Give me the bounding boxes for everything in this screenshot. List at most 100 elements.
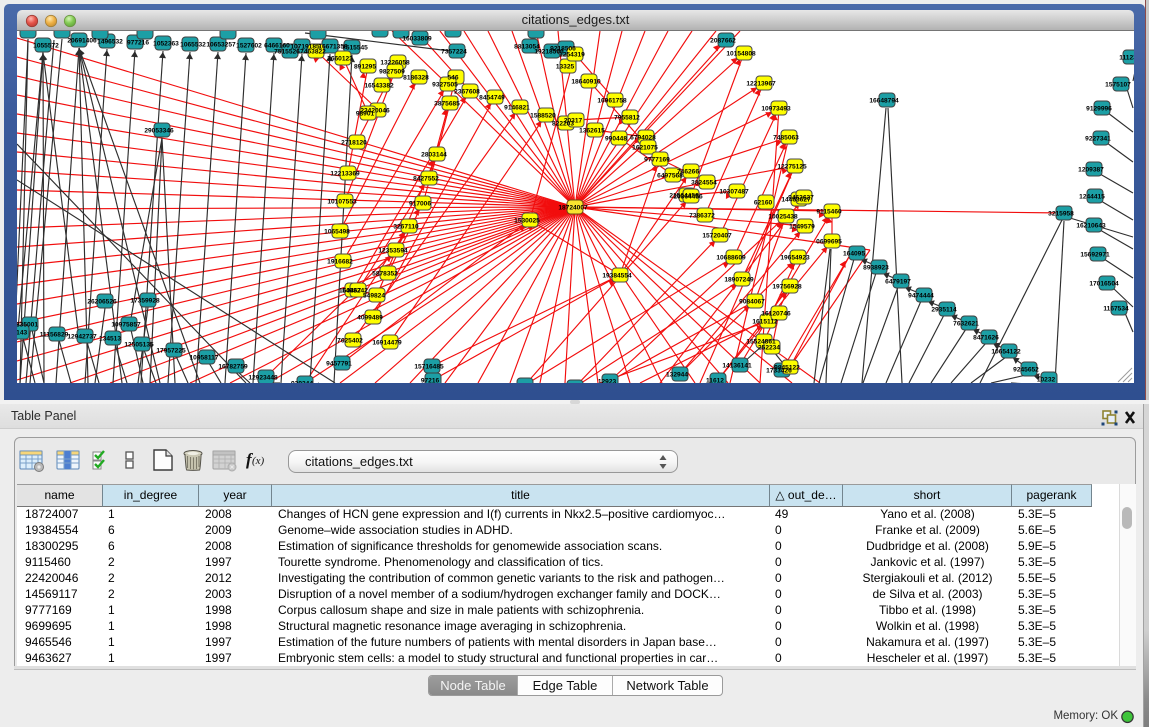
svg-text:17359928: 17359928	[130, 298, 160, 305]
svg-text:2087662: 2087662	[710, 38, 736, 45]
svg-text:8938923: 8938923	[863, 265, 889, 272]
svg-text:16782759: 16782759	[218, 364, 248, 371]
svg-text:7955812: 7955812	[614, 115, 640, 122]
svg-text:(x): (x)	[252, 455, 265, 467]
svg-text:16120746: 16120746	[761, 311, 791, 318]
svg-text:9845122: 9845122	[774, 365, 800, 372]
svg-text:546: 546	[447, 75, 458, 82]
svg-text:13325: 13325	[556, 64, 575, 71]
svg-text:1065532: 1065532	[180, 42, 206, 49]
svg-text:9115460: 9115460	[816, 209, 842, 216]
svg-text:1244415: 1244415	[1079, 194, 1105, 201]
svg-text:18640910: 18640910	[571, 79, 601, 86]
svg-text:11612: 11612	[706, 378, 724, 384]
svg-text:252234: 252234	[758, 345, 780, 352]
svg-text:8427552: 8427552	[413, 176, 439, 183]
svg-text:15692971: 15692971	[1080, 252, 1110, 259]
svg-text:10654122: 10654122	[991, 349, 1021, 356]
svg-text:99143: 99143	[17, 330, 27, 337]
svg-text:10975857: 10975857	[111, 322, 141, 329]
svg-text:7463822: 7463822	[300, 49, 326, 56]
svg-text:7515545: 7515545	[342, 45, 368, 52]
svg-text:7515526: 7515526	[274, 49, 300, 56]
svg-text:12213967: 12213967	[746, 81, 776, 88]
svg-text:16543382: 16543382	[364, 83, 394, 90]
svg-text:13226058: 13226058	[380, 60, 410, 67]
svg-text:9457791: 9457791	[326, 361, 352, 368]
svg-text:97216: 97216	[421, 378, 440, 384]
svg-text:2935114: 2935114	[931, 307, 957, 314]
svg-text:10232: 10232	[1037, 377, 1056, 384]
svg-text:3660123: 3660123	[327, 56, 353, 63]
svg-text:1527602: 1527602	[236, 43, 262, 50]
svg-text:9474444: 9474444	[908, 293, 934, 300]
svg-text:9327505: 9327505	[432, 82, 458, 89]
svg-text:19756928: 19756928	[772, 284, 802, 291]
svg-text:1167534: 1167534	[1103, 306, 1129, 313]
svg-text:10958117: 10958117	[190, 355, 219, 362]
svg-text:1065498: 1065498	[324, 229, 350, 236]
svg-text:8186328: 8186328	[403, 75, 429, 82]
svg-text:746266: 746266	[677, 169, 699, 176]
svg-text:8813054: 8813054	[514, 44, 540, 51]
svg-text:2803144: 2803144	[421, 152, 447, 159]
svg-text:26206526: 26206526	[87, 299, 117, 306]
svg-text:1549579: 1549579	[789, 224, 815, 231]
svg-text:1052363: 1052363	[153, 41, 179, 48]
svg-text:12505135: 12505135	[124, 342, 154, 349]
svg-text:12923: 12923	[598, 379, 617, 384]
svg-text:12923448: 12923448	[248, 375, 278, 382]
svg-text:1615112: 1615112	[752, 319, 778, 326]
svg-text:7625402: 7625402	[337, 338, 363, 345]
svg-text:977216: 977216	[127, 40, 149, 47]
svg-text:9146821: 9146821	[504, 105, 530, 112]
svg-text:10025438: 10025438	[768, 214, 798, 221]
svg-text:9245652: 9245652	[1013, 367, 1039, 374]
svg-text:10653257: 10653257	[206, 42, 236, 49]
svg-text:15720407: 15720407	[702, 233, 732, 240]
svg-text:2367608: 2367608	[454, 89, 480, 96]
svg-text:0699695: 0699695	[816, 239, 842, 246]
svg-text:16210643: 16210643	[1076, 223, 1106, 230]
svg-text:15716485: 15716485	[414, 364, 444, 371]
svg-text:7632621: 7632621	[953, 321, 979, 328]
svg-text:3824554: 3824554	[691, 180, 717, 187]
svg-text:990448: 990448	[605, 136, 627, 143]
svg-text:1588520: 1588520	[530, 113, 556, 120]
svg-text:1575107: 1575107	[1105, 82, 1131, 89]
svg-text:1209387: 1209387	[1078, 167, 1104, 174]
svg-text:9084067: 9084067	[739, 299, 765, 306]
svg-text:10307487: 10307487	[719, 189, 749, 196]
svg-text:18724007: 18724007	[558, 205, 588, 212]
svg-text:16231: 16231	[513, 383, 532, 384]
svg-text:9827509: 9827509	[379, 69, 405, 76]
svg-text:7386372: 7386372	[689, 213, 715, 220]
svg-text:98901: 98901	[356, 111, 375, 118]
svg-text:17016504: 17016504	[1089, 281, 1119, 288]
svg-text:10107553: 10107553	[327, 199, 357, 206]
svg-text:12353594: 12353594	[378, 248, 408, 255]
svg-text:12275125: 12275125	[777, 164, 807, 171]
svg-text:6794028: 6794028	[630, 135, 656, 142]
svg-text:9777169: 9777169	[644, 157, 670, 164]
svg-text:19654923: 19654923	[780, 255, 810, 262]
svg-text:20691406: 20691406	[67, 38, 97, 45]
svg-text:164095: 164095	[843, 251, 865, 258]
svg-text:9463627: 9463627	[788, 195, 814, 202]
svg-text:12213369: 12213369	[330, 171, 360, 178]
svg-text:1254319: 1254319	[559, 52, 585, 59]
svg-text:7357224: 7357224	[441, 49, 467, 56]
svg-text:12942737: 12942737	[67, 334, 97, 341]
svg-text:891295: 891295	[354, 64, 376, 71]
svg-text:10688609: 10688609	[716, 255, 746, 262]
svg-text:16648794: 16648794	[869, 98, 899, 105]
svg-text:4099489: 4099489	[357, 315, 383, 322]
svg-text:6479197: 6479197	[885, 279, 911, 286]
svg-text:8454749: 8454749	[479, 95, 505, 102]
svg-text:132944: 132944	[666, 372, 688, 379]
svg-text:14136141: 14136141	[722, 363, 752, 370]
svg-text:3215958: 3215958	[1048, 211, 1074, 218]
svg-text:18907249: 18907249	[724, 277, 754, 284]
svg-text:62160: 62160	[754, 200, 773, 207]
svg-text:2718120: 2718120	[341, 140, 367, 147]
